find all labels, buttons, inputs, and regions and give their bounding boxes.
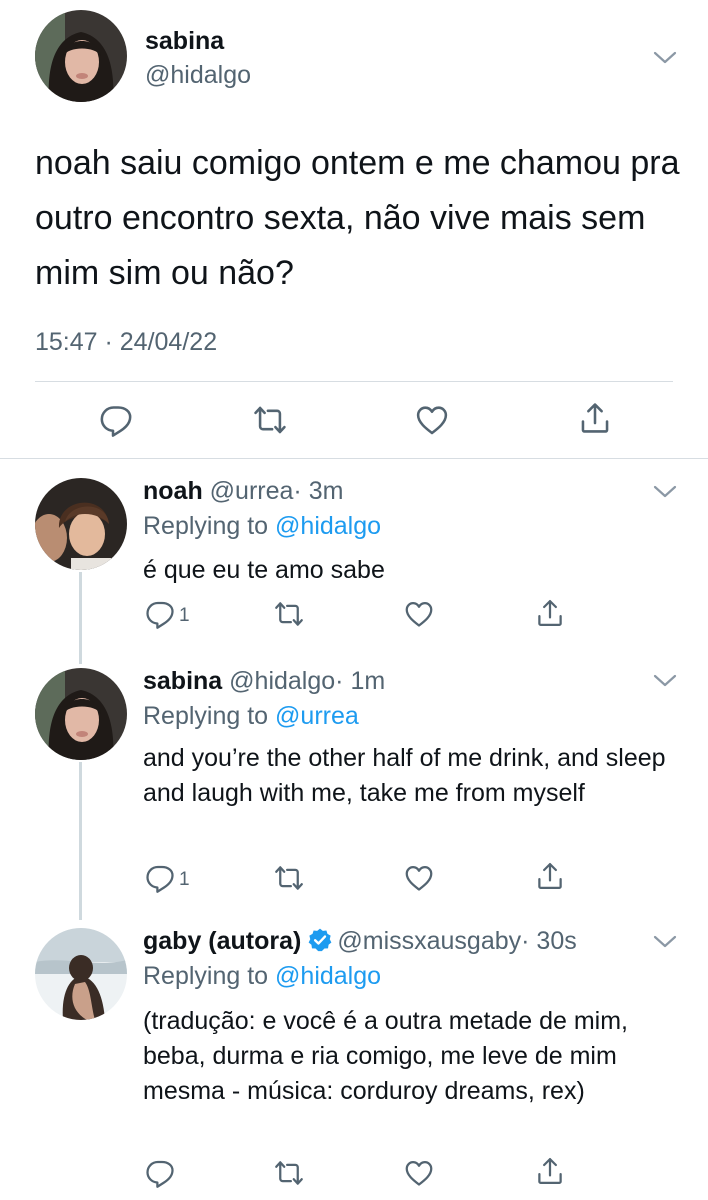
retweet-icon [275,866,303,890]
mention-link[interactable]: @hidalgo [275,962,381,990]
reply-button[interactable] [145,1158,175,1188]
replying-to: Replying to @hidalgo [143,962,381,991]
reply-icon [146,601,174,629]
like-icon [405,1161,433,1186]
tweet-age[interactable]: · 1m [335,667,385,695]
like-icon [416,406,448,435]
avatar[interactable] [35,478,127,570]
reply-count: 1 [179,605,190,626]
reply-count: 1 [179,869,190,890]
reply-button[interactable]: 1 [145,599,190,629]
chevron-down-icon[interactable] [653,674,677,688]
reply-header: noah @urrea· 3m [143,477,343,506]
retweet-button[interactable] [273,863,305,893]
retweet-icon [275,1161,303,1185]
chevron-down-icon[interactable] [653,51,677,65]
avatar[interactable] [35,668,127,760]
author-name[interactable]: sabina [145,27,224,56]
like-button[interactable] [404,1158,434,1188]
chevron-down-icon[interactable] [653,485,677,499]
reply-header: gaby (autora) @missxausgaby· 30s [143,927,577,956]
like-button[interactable] [415,403,449,437]
reply-button[interactable]: 1 [145,863,190,893]
main-tweet: sabina @hidalgo noah saiu comigo ontem e… [0,0,708,460]
reply-text: and you’re the other half of me drink, a… [143,744,666,807]
like-icon [405,602,433,627]
retweet-button[interactable] [273,1158,305,1188]
share-icon [581,403,609,433]
author-name[interactable]: gaby (autora) [143,927,301,955]
reply-header: sabina @hidalgo· 1m [143,667,385,696]
reply-icon [100,406,132,437]
tweet-text: noah saiu comigo ontem e me chamou pra o… [35,144,680,292]
share-button[interactable] [535,861,565,891]
avatar[interactable] [35,10,127,102]
tweet-timestamp[interactable]: 15:47 · 24/04/22 [35,328,217,357]
share-icon [538,600,562,626]
reply-text: é que eu te amo sabe [143,556,385,584]
replying-to: Replying to @hidalgo [143,512,381,541]
mention-link[interactable]: @hidalgo [275,512,381,540]
like-button[interactable] [404,599,434,629]
retweet-icon [275,602,303,626]
avatar[interactable] [35,928,127,1020]
replying-to-label: Replying to [143,702,269,730]
retweet-button[interactable] [252,403,288,437]
like-button[interactable] [404,863,434,893]
share-button[interactable] [535,598,565,628]
thread-line [79,762,82,920]
share-icon [538,1158,562,1184]
reply-icon [146,865,174,893]
tweet-age[interactable]: · 3m [293,477,343,505]
share-button[interactable] [535,1156,565,1186]
replying-to-label: Replying to [143,962,269,990]
author-handle[interactable]: @missxausgaby [337,927,521,955]
divider [35,381,673,382]
retweet-button[interactable] [273,599,305,629]
tweet-age[interactable]: · 30s [521,927,577,955]
reply-text: (tradução: e você é a outra metade de mi… [143,1007,628,1105]
author-name[interactable]: sabina [143,667,222,695]
replying-to-label: Replying to [143,512,269,540]
author-handle[interactable]: @hidalgo [229,667,335,695]
author-handle[interactable]: @hidalgo [145,61,251,90]
mention-link[interactable]: @urrea [275,702,359,730]
like-icon [405,866,433,891]
verified-badge-icon [308,928,332,952]
author-handle[interactable]: @urrea [210,477,294,505]
thread-line [79,572,82,664]
share-icon [538,863,562,889]
author-name[interactable]: noah [143,477,203,505]
share-button[interactable] [578,401,612,435]
chevron-down-icon[interactable] [653,935,677,949]
reply-button[interactable] [99,403,133,437]
retweet-icon [254,406,286,434]
replying-to: Replying to @urrea [143,702,359,731]
reply-icon [146,1160,174,1188]
divider [0,458,708,459]
